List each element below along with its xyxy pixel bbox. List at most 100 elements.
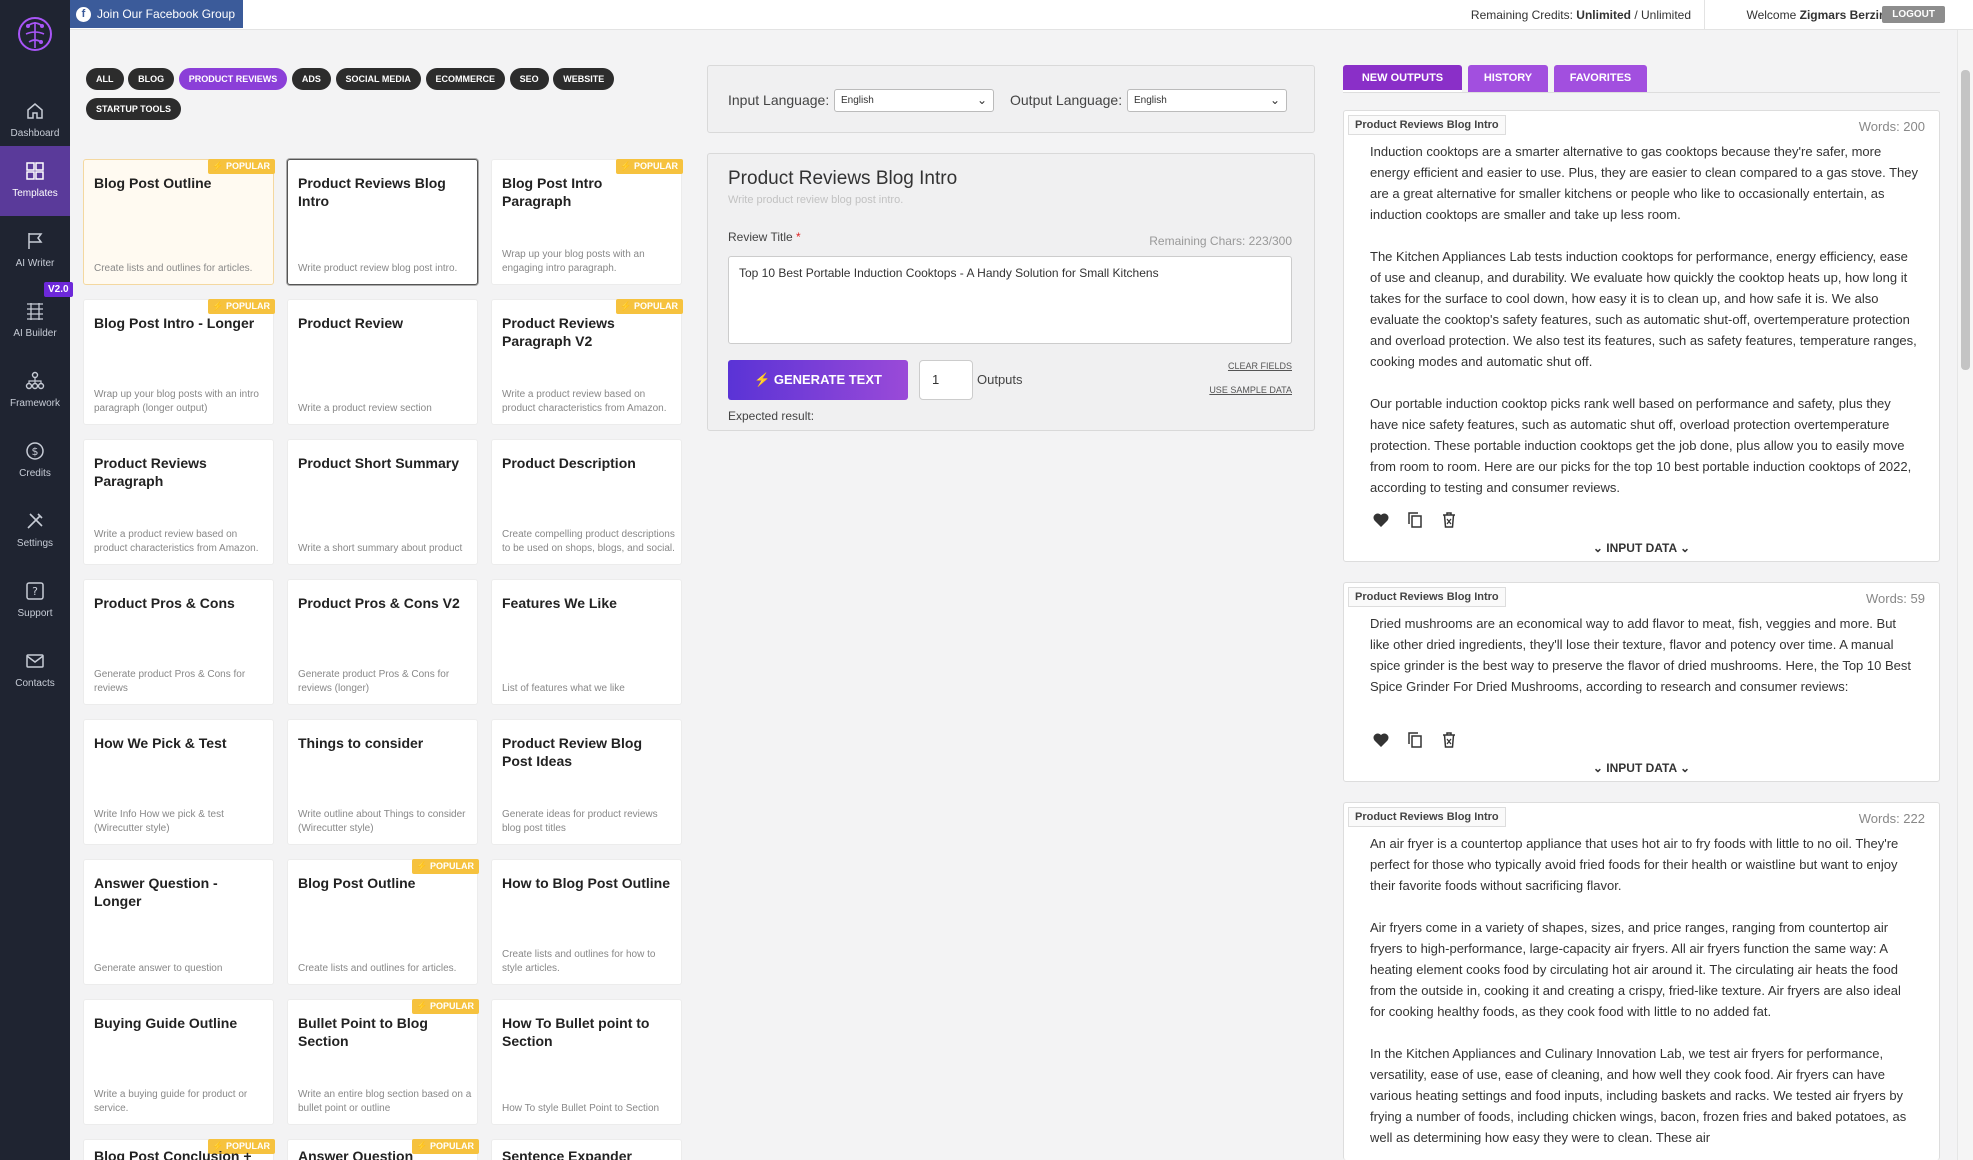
template-card[interactable]: Answer Question - Longer Generate answer… <box>83 859 274 985</box>
result-paragraph: Induction cooktops are a smarter alterna… <box>1370 144 1919 222</box>
template-card[interactable]: Product Description Create compelling pr… <box>491 439 682 565</box>
page-scrollbar[interactable] <box>1957 30 1973 1160</box>
heart-icon[interactable] <box>1372 511 1390 529</box>
template-desc: Write a product review based on product … <box>94 529 259 554</box>
language-panel: Input Language: English ⌄ Output Languag… <box>707 65 1315 133</box>
category-product-reviews[interactable]: PRODUCT REVIEWS <box>178 68 288 90</box>
input-data-toggle[interactable]: ⌄ INPUT DATA ⌄ <box>1344 761 1939 775</box>
template-form-panel: Product Reviews Blog Intro Write product… <box>707 153 1315 431</box>
tools-icon <box>27 513 43 529</box>
sidebar-item-label: Support <box>17 608 53 619</box>
outputs-count-input[interactable]: 1 <box>919 360 973 400</box>
popular-badge: ⚡ POPULAR <box>616 159 683 174</box>
word-count: Words: 59 <box>1865 591 1925 606</box>
template-title: Product Reviews Paragraph V2 <box>502 315 615 349</box>
template-title: Blog Post Conclusion + <box>94 1148 252 1160</box>
top-bar: f Join Our Facebook Group Remaining Cred… <box>70 0 1973 30</box>
tab-new-outputs[interactable]: NEW OUTPUTS <box>1343 65 1462 92</box>
template-card[interactable]: Sentence Expander <box>491 1139 682 1160</box>
category-ecommerce[interactable]: ECOMMERCE <box>425 68 506 90</box>
review-title-textarea[interactable]: Top 10 Best Portable Induction Cooktops … <box>728 256 1292 344</box>
template-desc: Create compelling product descriptions t… <box>502 529 675 554</box>
facebook-icon: f <box>76 6 91 22</box>
copy-icon[interactable] <box>1406 511 1424 529</box>
template-desc: Create lists and outlines for articles. <box>298 963 457 974</box>
template-card[interactable]: Product Review Blog Post Ideas Generate … <box>491 719 682 845</box>
input-data-toggle[interactable]: ⌄ INPUT DATA ⌄ <box>1344 541 1939 555</box>
facebook-group-button[interactable]: f Join Our Facebook Group <box>70 0 244 28</box>
template-title: Product Reviews Blog Intro <box>298 175 446 209</box>
template-card[interactable]: How We Pick & Test Write Info How we pic… <box>83 719 274 845</box>
use-sample-data-link[interactable]: USE SAMPLE DATA <box>1209 385 1292 395</box>
sidebar-item-support[interactable]: ? Support <box>0 566 70 636</box>
version-badge: V2.0 <box>44 282 73 297</box>
template-desc: List of features what we like <box>502 683 625 694</box>
generate-text-button[interactable]: ⚡ GENERATE TEXT <box>728 360 908 400</box>
template-card[interactable]: Product Pros & Cons V2 Generate product … <box>287 579 478 705</box>
sidebar-item-label: Credits <box>19 468 51 479</box>
template-card[interactable]: Things to consider Write outline about T… <box>287 719 478 845</box>
result-text[interactable]: Dried mushrooms are an economical way to… <box>1370 613 1919 718</box>
brain-logo-icon[interactable] <box>14 14 56 56</box>
template-card[interactable]: ⚡ POPULAR Product Reviews Paragraph V2 W… <box>491 299 683 425</box>
template-card[interactable]: ⚡ POPULAR Blog Post Intro - Longer Wrap … <box>83 299 275 425</box>
template-title: Product Description <box>502 455 636 471</box>
template-title: Bullet Point to Blog Section <box>298 1015 428 1049</box>
popular-badge: ⚡ POPULAR <box>208 299 275 314</box>
field-label-text: Review Title <box>728 230 793 244</box>
template-card[interactable]: How to Blog Post Outline Create lists an… <box>491 859 682 985</box>
dollar-coin-icon: $ <box>26 442 44 460</box>
category-seo[interactable]: SEO <box>509 68 549 90</box>
trash-icon[interactable] <box>1440 731 1458 749</box>
tab-history[interactable]: HISTORY <box>1468 65 1548 92</box>
template-card[interactable]: ⚡ POPULAR Blog Post Outline Create lists… <box>83 159 275 285</box>
template-card[interactable]: Product Pros & Cons Generate product Pro… <box>83 579 274 705</box>
sidebar: Dashboard Templates AI Writer AI Builder… <box>0 0 73 1160</box>
template-card[interactable]: Buying Guide Outline Write a buying guid… <box>83 999 274 1125</box>
category-startup-tools[interactable]: STARTUP TOOLS <box>86 98 182 120</box>
category-website[interactable]: WEBSITE <box>553 68 615 90</box>
copy-icon[interactable] <box>1406 731 1424 749</box>
chevron-down-icon: ⌄ <box>976 93 987 107</box>
template-card[interactable]: ⚡ POPULAR Blog Post Outline Create lists… <box>287 859 479 985</box>
template-card[interactable]: How To Bullet point to Section How To st… <box>491 999 682 1125</box>
category-all[interactable]: ALL <box>86 68 124 90</box>
template-card[interactable]: Product Short Summary Write a short summ… <box>287 439 478 565</box>
sidebar-item-contacts[interactable]: Contacts <box>0 636 70 706</box>
template-desc: Create lists and outlines for articles. <box>94 263 253 274</box>
credits-value: Unlimited <box>1576 8 1631 22</box>
category-blog[interactable]: BLOG <box>128 68 175 90</box>
category-ads[interactable]: ADS <box>291 68 331 90</box>
template-card[interactable]: Product Reviews Paragraph Write a produc… <box>83 439 274 565</box>
clear-fields-link[interactable]: CLEAR FIELDS <box>1228 361 1292 371</box>
sidebar-item-framework[interactable]: Framework <box>0 356 70 426</box>
output-language-select[interactable]: English ⌄ <box>1127 89 1287 112</box>
result-text[interactable]: Induction cooktops are a smarter alterna… <box>1370 141 1919 519</box>
sidebar-item-ai-writer[interactable]: AI Writer <box>0 216 70 286</box>
result-paragraph: Our portable induction cooktop picks ran… <box>1370 396 1912 495</box>
template-card[interactable]: ⚡ POPULAR Answer Question <box>287 1139 479 1160</box>
result-text[interactable]: An air fryer is a countertop appliance t… <box>1370 833 1919 1160</box>
expected-result-label: Expected result: <box>728 409 815 423</box>
tab-favorites[interactable]: FAVORITES <box>1554 65 1647 92</box>
output-language-label: Output Language: <box>1010 92 1123 108</box>
template-card[interactable]: ⚡ POPULAR Blog Post Conclusion + <box>83 1139 275 1160</box>
logout-button[interactable]: LOGOUT <box>1882 6 1945 23</box>
input-language-select[interactable]: English ⌄ <box>834 89 994 112</box>
sidebar-item-templates[interactable]: Templates <box>0 146 70 216</box>
word-count: Words: 222 <box>1858 811 1925 826</box>
help-question-icon: ? <box>26 582 44 600</box>
sidebar-item-label: AI Builder <box>13 328 57 339</box>
template-card[interactable]: Product Reviews Blog Intro Write product… <box>287 159 478 285</box>
template-card[interactable]: ⚡ POPULAR Blog Post Intro Paragraph Wrap… <box>491 159 683 285</box>
sidebar-item-credits[interactable]: $ Credits <box>0 426 70 496</box>
heart-icon[interactable] <box>1372 731 1390 749</box>
trash-icon[interactable] <box>1440 511 1458 529</box>
template-card[interactable]: ⚡ POPULAR Bullet Point to Blog Section W… <box>287 999 479 1125</box>
sidebar-item-settings[interactable]: Settings <box>0 496 70 566</box>
template-card[interactable]: Product Review Write a product review se… <box>287 299 478 425</box>
scrollbar-thumb[interactable] <box>1961 70 1970 370</box>
category-social-media[interactable]: SOCIAL MEDIA <box>335 68 421 90</box>
popular-badge: ⚡ POPULAR <box>208 159 275 174</box>
template-card[interactable]: Features We Like List of features what w… <box>491 579 682 705</box>
